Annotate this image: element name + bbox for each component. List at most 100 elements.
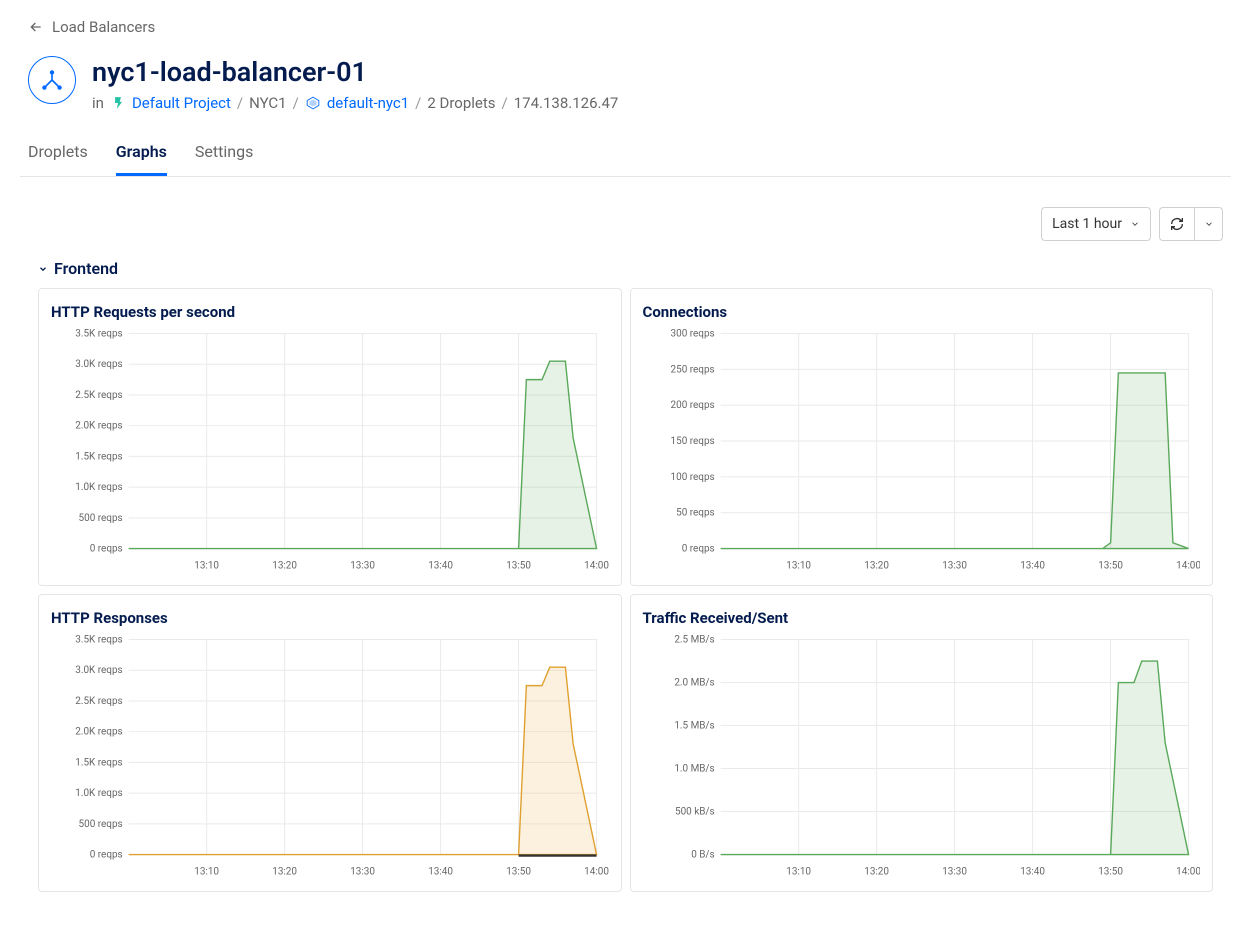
back-link[interactable]: Load Balancers <box>20 0 1231 46</box>
timerange-select[interactable]: Last 1 hour <box>1041 207 1151 241</box>
tab-droplets[interactable]: Droplets <box>28 132 88 176</box>
refresh-menu-button[interactable] <box>1195 207 1223 241</box>
in-label: in <box>92 94 104 112</box>
chart-title: Traffic Received/Sent <box>643 609 1201 627</box>
svg-text:500 reqps: 500 reqps <box>79 819 123 830</box>
separator: / <box>502 94 508 112</box>
svg-text:500 reqps: 500 reqps <box>79 513 123 524</box>
svg-text:300 reqps: 300 reqps <box>670 329 714 340</box>
svg-text:13:50: 13:50 <box>506 867 531 878</box>
svg-text:250 reqps: 250 reqps <box>670 365 714 376</box>
svg-text:13:20: 13:20 <box>272 561 297 572</box>
svg-text:2.0 MB/s: 2.0 MB/s <box>674 678 714 689</box>
svg-text:13:50: 13:50 <box>1098 561 1123 572</box>
chart-http-req: 0 reqps 500 reqps 1.0K reqps 1.5K reqps 2.0K… <box>51 327 609 577</box>
svg-text:2.5K reqps: 2.5K reqps <box>75 696 122 707</box>
svg-text:1.5K reqps: 1.5K reqps <box>75 452 122 463</box>
arrow-left-icon <box>28 19 44 35</box>
svg-text:3.5K reqps: 3.5K reqps <box>75 329 122 340</box>
svg-text:13:10: 13:10 <box>786 561 811 572</box>
svg-text:200 reqps: 200 reqps <box>670 401 714 412</box>
svg-text:1.0 MB/s: 1.0 MB/s <box>674 764 714 775</box>
timerange-label: Last 1 hour <box>1052 216 1122 232</box>
droplets-count: 2 Droplets <box>427 94 495 112</box>
separator: / <box>293 94 299 112</box>
controls: Last 1 hour <box>28 207 1223 241</box>
svg-text:0 reqps: 0 reqps <box>90 544 123 555</box>
svg-text:14:00: 14:00 <box>1176 561 1200 572</box>
svg-text:13:20: 13:20 <box>272 867 297 878</box>
svg-text:2.5K reqps: 2.5K reqps <box>75 390 122 401</box>
svg-text:0 reqps: 0 reqps <box>90 850 123 861</box>
separator: / <box>237 94 243 112</box>
chart-title: Connections <box>643 303 1201 321</box>
refresh-group <box>1159 207 1223 241</box>
project-icon <box>110 95 126 111</box>
svg-text:3.0K reqps: 3.0K reqps <box>75 360 122 371</box>
chart-title: HTTP Requests per second <box>51 303 609 321</box>
svg-text:3.0K reqps: 3.0K reqps <box>75 666 122 677</box>
svg-text:13:40: 13:40 <box>1020 867 1045 878</box>
svg-text:50 reqps: 50 reqps <box>676 508 715 519</box>
svg-text:14:00: 14:00 <box>1176 867 1200 878</box>
svg-text:13:10: 13:10 <box>194 561 219 572</box>
tabs: Droplets Graphs Settings <box>20 132 1231 177</box>
chart-http-resp: 0 reqps 500 reqps 1.0K reqps 1.5K reqps 2.0K… <box>51 633 609 883</box>
svg-text:2.0K reqps: 2.0K reqps <box>75 727 122 738</box>
svg-text:2.0K reqps: 2.0K reqps <box>75 421 122 432</box>
chevron-down-icon <box>1204 219 1214 229</box>
refresh-button[interactable] <box>1159 207 1195 241</box>
chart-grid: HTTP Requests per second 0 reqps 500 reqps… <box>38 288 1213 892</box>
svg-text:14:00: 14:00 <box>584 867 608 878</box>
chart-title: HTTP Responses <box>51 609 609 627</box>
project-link[interactable]: Default Project <box>132 94 231 112</box>
svg-text:13:40: 13:40 <box>1020 561 1045 572</box>
svg-text:13:40: 13:40 <box>428 867 453 878</box>
svg-text:13:20: 13:20 <box>864 561 889 572</box>
chart-card-http-req: HTTP Requests per second 0 reqps 500 reqps… <box>38 288 622 586</box>
section-label: Frontend <box>54 259 118 278</box>
breadcrumb: in Default Project / NYC1 / default-nyc1… <box>92 94 618 112</box>
tab-settings[interactable]: Settings <box>195 132 253 176</box>
svg-text:1.5K reqps: 1.5K reqps <box>75 758 122 769</box>
svg-text:1.5 MB/s: 1.5 MB/s <box>674 721 714 732</box>
svg-text:3.5K reqps: 3.5K reqps <box>75 635 122 646</box>
page-title: nyc1-load-balancer-01 <box>92 56 618 88</box>
svg-text:13:50: 13:50 <box>506 561 531 572</box>
svg-text:13:30: 13:30 <box>942 561 967 572</box>
separator: / <box>415 94 421 112</box>
svg-text:14:00: 14:00 <box>584 561 608 572</box>
svg-text:13:10: 13:10 <box>194 867 219 878</box>
chart-traffic: 0 B/s 500 kB/s 1.0 MB/s 1.5 MB/s 2.0 MB/s 2.5… <box>643 633 1201 883</box>
network-icon <box>305 95 321 111</box>
back-label: Load Balancers <box>52 18 155 36</box>
svg-text:13:10: 13:10 <box>786 867 811 878</box>
chart-card-traffic: Traffic Received/Sent 0 B/s 500 kB/s 1.0 MB… <box>630 594 1214 892</box>
svg-text:0 reqps: 0 reqps <box>681 544 714 555</box>
svg-text:13:30: 13:30 <box>350 561 375 572</box>
ip-address: 174.138.126.47 <box>514 94 619 112</box>
section-frontend[interactable]: Frontend <box>38 259 1231 278</box>
svg-text:13:40: 13:40 <box>428 561 453 572</box>
svg-text:100 reqps: 100 reqps <box>670 472 714 483</box>
chart-card-http-resp: HTTP Responses 0 reqps 500 reqps 1.0K reqps… <box>38 594 622 892</box>
svg-text:13:30: 13:30 <box>942 867 967 878</box>
region-label: NYC1 <box>249 94 287 112</box>
refresh-icon <box>1169 216 1185 232</box>
svg-text:150 reqps: 150 reqps <box>670 436 714 447</box>
loadbalancer-icon <box>28 56 76 104</box>
svg-text:0 B/s: 0 B/s <box>691 850 714 861</box>
svg-text:13:30: 13:30 <box>350 867 375 878</box>
chevron-down-icon <box>1130 219 1140 229</box>
svg-text:1.0K reqps: 1.0K reqps <box>75 483 122 494</box>
chart-connections: 0 reqps 50 reqps 100 reqps 150 reqps 200 req… <box>643 327 1201 577</box>
network-link[interactable]: default-nyc1 <box>327 94 409 112</box>
tab-graphs[interactable]: Graphs <box>116 132 167 176</box>
svg-text:500 kB/s: 500 kB/s <box>674 807 714 818</box>
svg-text:1.0K reqps: 1.0K reqps <box>75 789 122 800</box>
svg-text:2.5 MB/s: 2.5 MB/s <box>674 635 714 646</box>
page-header: nyc1-load-balancer-01 in Default Project… <box>20 46 1231 132</box>
chevron-down-icon <box>38 264 48 274</box>
svg-text:13:20: 13:20 <box>864 867 889 878</box>
svg-text:13:50: 13:50 <box>1098 867 1123 878</box>
